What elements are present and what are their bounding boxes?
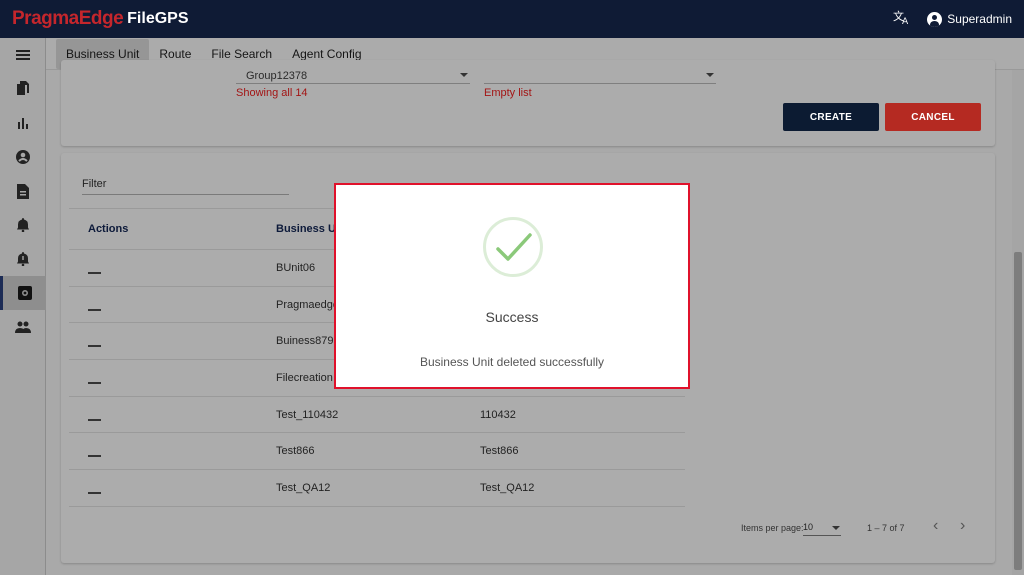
row-name: BUnit06	[276, 261, 316, 274]
product-name: FileGPS	[127, 10, 189, 27]
dialog-title: Success	[485, 309, 539, 325]
document-icon	[17, 183, 29, 199]
dropdown-arrow-icon	[706, 73, 714, 77]
second-hint: Empty list	[484, 87, 532, 99]
items-per-page-label: Items per page:	[741, 523, 804, 533]
row-code: 110432	[480, 408, 516, 421]
success-dialog: Success Business Unit deleted successful…	[334, 183, 690, 389]
sidebar-item-notifications[interactable]	[0, 208, 46, 242]
sidebar-item-settings[interactable]	[0, 276, 46, 310]
username: Superadmin	[947, 12, 1012, 26]
cancel-button[interactable]: CANCEL	[885, 103, 981, 131]
second-select[interactable]	[484, 70, 716, 84]
sidebar-item-documents[interactable]	[0, 174, 46, 208]
success-check-icon	[483, 217, 543, 277]
previous-page-icon[interactable]: ‹	[933, 517, 938, 535]
next-page-icon[interactable]: ›	[960, 517, 965, 535]
app-bar: PragmaEdge FileGPS 文 A Superadmin	[0, 0, 1024, 38]
dialog-message: Business Unit deleted successfully	[419, 355, 605, 369]
row-name: Buiness8798	[276, 335, 340, 348]
filter-label: Filter	[82, 178, 107, 190]
group-icon	[15, 321, 31, 333]
table-row: Test866 Test866	[69, 433, 685, 471]
pagination-range: 1 – 7 of 7	[867, 523, 905, 533]
group-hint: Showing all 14	[236, 87, 308, 99]
dropdown-arrow-icon	[832, 526, 840, 530]
svg-text:A: A	[902, 17, 909, 25]
menu-toggle[interactable]	[0, 38, 46, 72]
table-row: Test_QA12 Test_QA12	[69, 470, 685, 507]
row-name: Test866	[276, 445, 315, 458]
sidebar-item-files[interactable]	[0, 72, 46, 106]
row-code: Test866	[480, 445, 519, 458]
settings-icon	[17, 286, 32, 300]
user-menu[interactable]: Superadmin	[927, 11, 1012, 27]
files-icon	[17, 81, 29, 95]
row-name: Filecreation	[276, 371, 333, 384]
row-name: Test_110432	[276, 408, 339, 421]
filter-input[interactable]: Filter	[82, 178, 289, 195]
notification-alert-icon	[17, 252, 29, 266]
sidebar-item-alerts[interactable]	[0, 242, 46, 276]
translate-icon[interactable]: 文 A	[893, 9, 911, 29]
items-per-page-value: 10	[803, 522, 814, 532]
table-row: Test_110432 110432	[69, 397, 685, 434]
appbar-actions: 文 A Superadmin	[893, 9, 1012, 29]
sidebar-item-reports[interactable]	[0, 106, 46, 140]
menu-icon	[16, 50, 30, 60]
sidebar-item-users[interactable]	[0, 310, 46, 344]
group-select[interactable]: Group12378	[236, 70, 470, 84]
account-icon	[927, 11, 943, 27]
sidebar	[0, 38, 46, 575]
row-name: Test_QA12	[276, 481, 331, 494]
row-code: Test_QA12	[480, 481, 535, 494]
account-circle-icon	[16, 150, 30, 164]
notification-icon	[17, 218, 29, 232]
sidebar-item-profile[interactable]	[0, 140, 46, 174]
header-actions[interactable]: Actions	[88, 223, 128, 235]
scrollbar-thumb[interactable]	[1014, 252, 1022, 570]
business-unit-form-card: Group12378 Showing all 14 Empty list CRE…	[61, 60, 995, 146]
group-select-value: Group12378	[246, 70, 308, 82]
items-per-page-select[interactable]: 10	[803, 522, 841, 536]
dropdown-arrow-icon	[460, 73, 468, 77]
bar-chart-icon	[18, 118, 28, 129]
create-button[interactable]: CREATE	[783, 103, 879, 131]
brand-logo[interactable]: PragmaEdge	[12, 8, 124, 30]
